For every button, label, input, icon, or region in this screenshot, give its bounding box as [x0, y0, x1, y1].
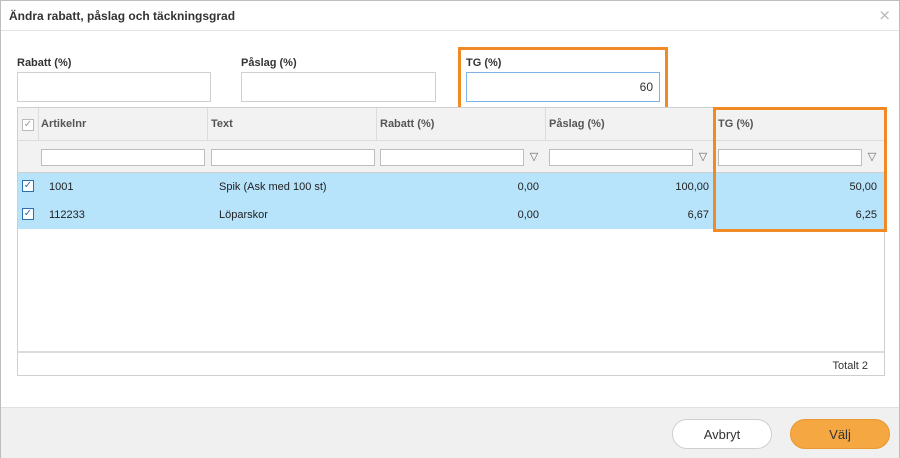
column-header-paslag[interactable]: Påslag (%) [549, 118, 605, 130]
tg-input[interactable] [466, 72, 660, 102]
cell-rabatt: 0,00 [517, 209, 539, 221]
row-checkbox-icon[interactable]: ✓ [22, 180, 34, 192]
column-header-text[interactable]: Text [211, 118, 233, 130]
filter-input-artikelnr[interactable] [41, 149, 205, 166]
filter-row: ▽ ▽ ▽ [18, 141, 884, 173]
rabatt-label: Rabatt (%) [17, 57, 72, 69]
cell-text: Löparskor [219, 209, 268, 221]
cancel-button[interactable]: Avbryt [672, 419, 772, 449]
dialog-title: Ändra rabatt, påslag och täckningsgrad [9, 9, 236, 23]
cell-rabatt: 0,00 [517, 181, 539, 193]
filter-icon[interactable]: ▽ [865, 150, 879, 164]
paslag-input[interactable] [241, 72, 436, 102]
cell-tg: 50,00 [849, 181, 877, 193]
filter-input-paslag[interactable] [549, 149, 693, 166]
select-all-checkbox-icon[interactable]: ✓ [22, 119, 34, 131]
filter-input-rabatt[interactable] [380, 149, 524, 166]
row-checkbox-icon[interactable]: ✓ [22, 208, 34, 220]
rabatt-input[interactable] [17, 72, 211, 102]
filter-input-tg[interactable] [718, 149, 862, 166]
table-row[interactable]: ✓ 1001 Spik (Ask med 100 st) 0,00 100,00… [18, 173, 884, 201]
articles-grid: ✓ Artikelnr Text Rabatt (%) Påslag (%) T… [17, 107, 885, 376]
paslag-label: Påslag (%) [241, 57, 297, 69]
cell-paslag: 6,67 [687, 209, 709, 221]
cell-artikelnr: 1001 [49, 181, 74, 193]
filter-icon[interactable]: ▽ [696, 150, 710, 164]
close-icon[interactable]: × [878, 6, 891, 24]
cell-text: Spik (Ask med 100 st) [219, 181, 327, 193]
column-header-rabatt[interactable]: Rabatt (%) [380, 118, 434, 130]
column-header-tg[interactable]: TG (%) [718, 118, 753, 130]
tg-label: TG (%) [466, 57, 502, 69]
grid-header: ✓ Artikelnr Text Rabatt (%) Påslag (%) T… [18, 108, 884, 141]
total-count: Totalt 2 [832, 360, 868, 372]
dialog: Ändra rabatt, påslag och täckningsgrad ×… [0, 0, 900, 458]
select-button[interactable]: Välj [790, 419, 890, 449]
table-row[interactable]: ✓ 112233 Löparskor 0,00 6,67 6,25 [18, 201, 884, 229]
dialog-header: Ändra rabatt, påslag och täckningsgrad × [1, 1, 899, 31]
column-header-artikelnr[interactable]: Artikelnr [41, 118, 86, 130]
cell-tg: 6,25 [855, 209, 877, 221]
cell-paslag: 100,00 [675, 181, 709, 193]
filter-icon[interactable]: ▽ [527, 150, 541, 164]
cell-artikelnr: 112233 [49, 209, 85, 221]
filter-input-text[interactable] [211, 149, 375, 166]
dialog-footer: Avbryt Välj [1, 407, 899, 458]
grid-footer: Totalt 2 [18, 351, 884, 375]
